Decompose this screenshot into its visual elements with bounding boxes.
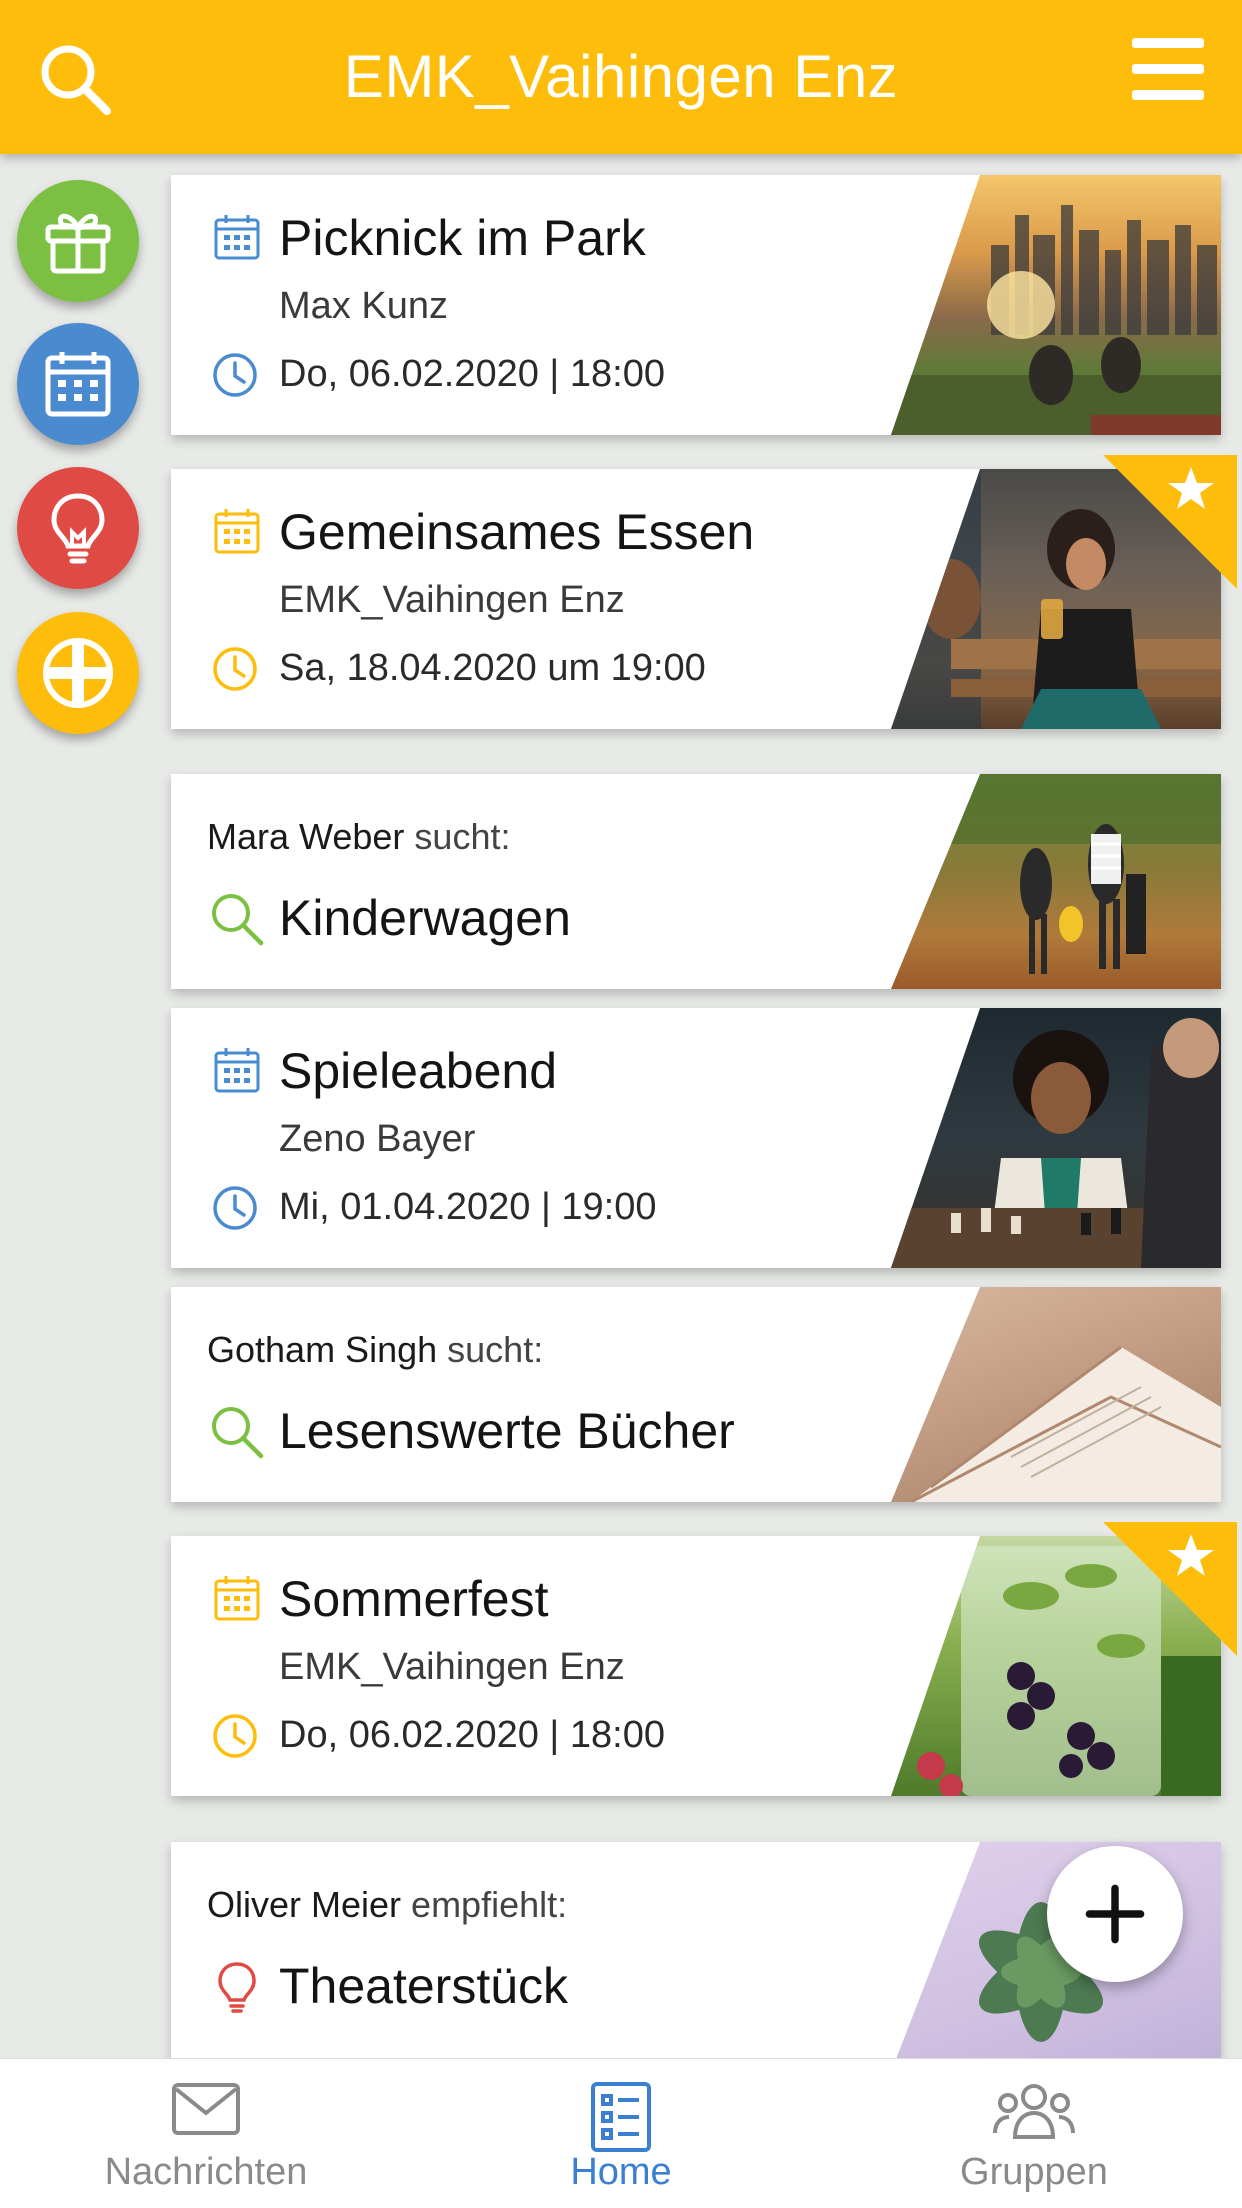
nav-item-nachrichten[interactable]: Nachrichten <box>56 2059 356 2208</box>
event-title: Picknick im Park <box>279 210 646 266</box>
search-photo <box>891 774 1221 989</box>
event-title: Spieleabend <box>279 1043 558 1099</box>
gift-icon <box>45 213 111 274</box>
calendar-icon <box>214 509 260 554</box>
event-photo <box>891 175 1221 435</box>
church-category-button[interactable] <box>17 612 139 734</box>
search-author-line: Mara Weber sucht: <box>207 816 510 858</box>
bottom-navigation: Nachrichten Home Gruppen <box>0 2058 1242 2208</box>
search-author: Gotham Singh <box>207 1329 438 1370</box>
search-author: Mara Weber <box>207 816 405 857</box>
search-title: Lesenswerte Bücher <box>279 1403 735 1459</box>
search-icon <box>212 1407 264 1459</box>
recommend-author: Oliver Meier <box>207 1884 402 1925</box>
search-card[interactable]: Mara Weber sucht: Kinderwagen <box>171 774 1221 989</box>
gift-category-button[interactable] <box>17 180 139 302</box>
search-verb: sucht: <box>447 1329 544 1370</box>
event-card[interactable]: Gemeinsames Essen EMK_Vaihingen Enz Sa, … <box>171 469 1221 729</box>
featured-star-icon <box>1103 1522 1237 1656</box>
lightbulb-icon <box>51 493 105 564</box>
calendar-icon <box>214 1576 260 1621</box>
search-verb: sucht: <box>414 816 511 857</box>
event-card[interactable]: Picknick im Park Max Kunz Do, 06.02.2020… <box>171 175 1221 435</box>
nav-item-gruppen[interactable]: Gruppen <box>884 2059 1184 2208</box>
search-author-line: Gotham Singh sucht: <box>207 1329 543 1371</box>
clock-icon <box>213 647 257 691</box>
event-photo <box>891 1008 1221 1268</box>
nav-label: Nachrichten <box>104 2151 308 2193</box>
add-button[interactable] <box>1047 1846 1183 1982</box>
nav-label: Gruppen <box>960 2151 1108 2193</box>
event-title: Sommerfest <box>279 1571 549 1627</box>
calendar-icon <box>214 215 260 260</box>
event-organizer: EMK_Vaihingen Enz <box>279 1646 625 1688</box>
search-card[interactable]: Gotham Singh sucht: Lesenswerte Bücher <box>171 1287 1221 1502</box>
event-datetime: Do, 06.02.2020 | 18:00 <box>279 1714 665 1756</box>
clock-icon <box>213 1714 257 1758</box>
event-datetime: Mi, 01.04.2020 | 19:00 <box>279 1186 657 1228</box>
nav-label: Home <box>570 2151 672 2193</box>
clock-icon <box>213 1186 257 1230</box>
cross-icon <box>43 638 113 708</box>
menu-icon[interactable] <box>1132 38 1204 100</box>
event-card[interactable]: Spieleabend Zeno Bayer Mi, 01.04.2020 | … <box>171 1008 1221 1268</box>
event-organizer: EMK_Vaihingen Enz <box>279 579 625 621</box>
calendar-icon <box>45 352 111 417</box>
event-organizer: Max Kunz <box>279 285 448 327</box>
clock-icon <box>213 353 257 397</box>
event-datetime: Do, 06.02.2020 | 18:00 <box>279 353 665 395</box>
event-organizer: Zeno Bayer <box>279 1118 476 1160</box>
calendar-icon <box>214 1048 260 1093</box>
search-photo <box>891 1287 1221 1502</box>
featured-star-icon <box>1103 455 1237 589</box>
event-datetime: Sa, 18.04.2020 um 19:00 <box>279 647 706 689</box>
mail-icon <box>172 2083 240 2135</box>
page-title: EMK_Vaihingen Enz <box>343 43 899 110</box>
list-icon <box>591 2082 651 2152</box>
nav-item-home[interactable]: Home <box>471 2059 771 2208</box>
app-header: EMK_Vaihingen Enz <box>0 0 1242 154</box>
event-card[interactable]: Sommerfest EMK_Vaihingen Enz Do, 06.02.2… <box>171 1536 1221 1796</box>
group-icon <box>993 2084 1075 2139</box>
search-title: Kinderwagen <box>279 890 571 946</box>
recommend-title: Theaterstück <box>279 1958 569 2014</box>
calendar-category-button[interactable] <box>17 323 139 445</box>
event-title: Gemeinsames Essen <box>279 504 755 560</box>
recommend-author-line: Oliver Meier empfiehlt: <box>207 1884 567 1926</box>
search-icon <box>212 894 264 946</box>
plus-icon <box>1085 1884 1145 1944</box>
recommend-verb: empfiehlt: <box>411 1884 568 1925</box>
lightbulb-icon <box>218 1962 256 2013</box>
idea-category-button[interactable] <box>17 467 139 589</box>
